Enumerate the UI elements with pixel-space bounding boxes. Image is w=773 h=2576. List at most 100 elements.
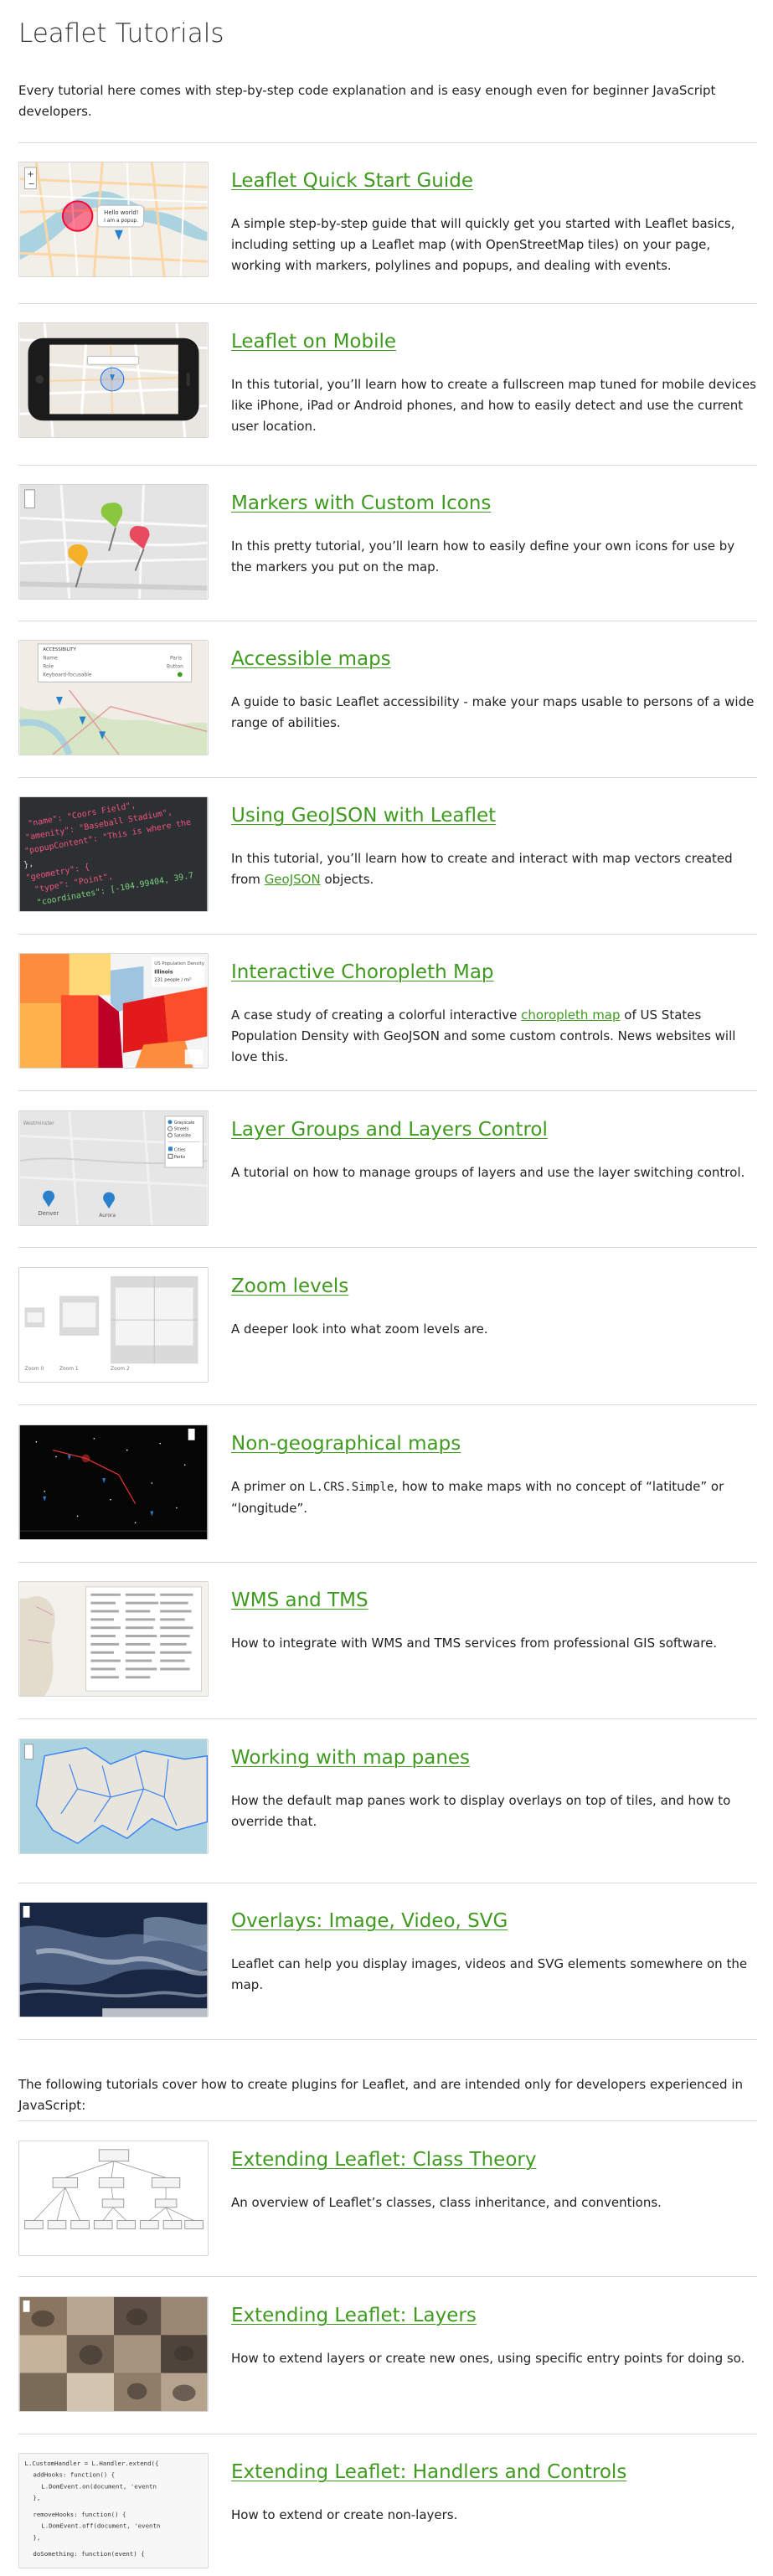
tutorial-link[interactable]: Markers with Custom Icons (231, 492, 491, 514)
tutorial-handlers-controls: L.CustomHandler = L.Handler.extend({ add… (18, 2453, 757, 2570)
crs-simple-code: L.CRS.Simple (309, 1481, 394, 1494)
code-line: removeHooks: function() { (33, 2511, 126, 2518)
wms-tms-thumbnail (19, 1582, 208, 1696)
tutorial-link[interactable]: Interactive Choropleth Map (231, 961, 494, 983)
quick-start-map-thumbnail: Hello world! I am a popup. + − (19, 162, 208, 276)
tutorial-description: In this tutorial, you’ll learn how to cr… (231, 377, 756, 434)
tutorial-thumbnail[interactable] (18, 1581, 209, 1697)
tutorial-accessible: ACCESSIBILITY Name Role Keyboard-focusab… (18, 640, 757, 757)
separator (18, 934, 757, 935)
map-panes-thumbnail (19, 1739, 208, 1853)
tutorial-description: How the default map panes work to displa… (231, 1793, 731, 1829)
tutorial-choropleth: US Population Density Illinois 231 peopl… (18, 953, 757, 1070)
thumb-label: 231 people / mi² (154, 977, 192, 983)
tutorial-layer-groups: Westminster Grayscale Streets Satellite … (18, 1110, 757, 1228)
tutorial-description: In this tutorial, you’ll learn how to cr… (231, 848, 757, 890)
separator (18, 1247, 757, 1248)
tutorial-class-theory: Extending Leaflet: Class Theory An overv… (18, 2141, 757, 2258)
thumb-label: Zoom 2 (111, 1367, 130, 1372)
tutorial-description: A deeper look into what zoom levels are. (231, 1321, 488, 1337)
tutorial-link[interactable]: Layer Groups and Layers Control (231, 1119, 548, 1141)
tutorial-link[interactable]: Leaflet Quick Start Guide (231, 170, 473, 192)
page-title: Leaflet Tutorials (18, 18, 224, 49)
geojson-link[interactable]: GeoJSON (265, 872, 321, 887)
tutorial-thumbnail[interactable] (18, 322, 209, 438)
thumb-label: Satellite (174, 1134, 191, 1139)
tutorial-link[interactable]: Zoom levels (231, 1275, 348, 1297)
separator (18, 2276, 757, 2277)
code-line: L.DomEvent.on(document, 'eventn (41, 2482, 157, 2490)
tutorial-thumbnail[interactable] (18, 2141, 209, 2256)
tutorial-thumbnail[interactable] (18, 2296, 209, 2412)
tutorial-thumbnail[interactable] (18, 484, 209, 600)
separator (18, 777, 757, 778)
tutorial-link[interactable]: Non-geographical maps (231, 1433, 461, 1455)
tutorial-thumbnail[interactable] (18, 1425, 209, 1540)
mobile-phone-thumbnail (19, 323, 208, 437)
tutorial-link[interactable]: Overlays: Image, Video, SVG (231, 1910, 508, 1932)
plugins-intro: The following tutorials cover how to cre… (18, 2077, 743, 2113)
separator (18, 1090, 757, 1091)
tutorial-description: A simple step-by-step guide that will qu… (231, 216, 735, 273)
tutorial-thumbnail[interactable]: ACCESSIBILITY Name Role Keyboard-focusab… (18, 640, 209, 755)
tutorial-mobile: Leaflet on Mobile In this tutorial, you’… (18, 322, 757, 440)
separator (18, 303, 757, 304)
geojson-code-thumbnail: "name": "Coors Field", "amenity": "Baseb… (19, 797, 208, 911)
thumb-label: Button (167, 665, 183, 670)
thumb-label: Parks (174, 1155, 186, 1160)
thumb-label: Aurora (99, 1213, 116, 1218)
svg-text:−: − (28, 180, 35, 189)
thumb-label: ACCESSIBILITY (43, 647, 76, 652)
thumb-label: Keyboard-focusable (43, 672, 92, 677)
non-geographical-thumbnail (19, 1425, 208, 1539)
tutorial-link[interactable]: Extending Leaflet: Layers (231, 2305, 477, 2326)
popup-line-1: Hello world! (104, 209, 138, 216)
thumb-label: Role (43, 665, 54, 670)
code-line: }, (33, 2533, 40, 2541)
tutorial-link[interactable]: Extending Leaflet: Class Theory (231, 2149, 536, 2171)
tutorial-link[interactable]: Working with map panes (231, 1747, 470, 1769)
thumb-label: Grayscale (174, 1121, 194, 1126)
separator (18, 2120, 757, 2121)
tutorial-quick-start: Hello world! I am a popup. + − Leaflet Q… (18, 162, 757, 279)
tutorial-thumbnail[interactable]: Zoom 0 Zoom 1 Zoom 2 (18, 1267, 209, 1383)
layer-groups-thumbnail: Westminster Grayscale Streets Satellite … (19, 1111, 208, 1225)
tutorial-link[interactable]: Using GeoJSON with Leaflet (231, 805, 496, 827)
tutorial-thumbnail[interactable]: Westminster Grayscale Streets Satellite … (18, 1110, 209, 1226)
separator (18, 1404, 757, 1405)
tutorial-link[interactable]: Leaflet on Mobile (231, 331, 396, 353)
tutorial-thumbnail[interactable]: "name": "Coors Field", "amenity": "Baseb… (18, 796, 209, 912)
thumb-label: Zoom 0 (25, 1367, 44, 1372)
tutorial-thumbnail[interactable]: Hello world! I am a popup. + − (18, 162, 209, 277)
tutorial-link[interactable]: Accessible maps (231, 648, 391, 670)
thumb-label: Streets (174, 1127, 189, 1132)
tutorial-thumbnail[interactable] (18, 1902, 209, 2017)
tutorial-thumbnail[interactable]: L.CustomHandler = L.Handler.extend({ add… (18, 2453, 209, 2568)
class-theory-thumbnail (19, 2141, 208, 2255)
accessible-maps-thumbnail: ACCESSIBILITY Name Role Keyboard-focusab… (19, 641, 208, 755)
thumb-label: Denver (38, 1210, 59, 1217)
separator (18, 465, 757, 466)
tutorial-geojson: "name": "Coors Field", "amenity": "Baseb… (18, 796, 757, 914)
tutorial-description: An overview of Leaflet’s classes, class … (231, 2195, 662, 2210)
tutorial-description: How to extend layers or create new ones,… (231, 2351, 745, 2366)
tutorial-description: A tutorial on how to manage groups of la… (231, 1165, 745, 1180)
separator (18, 1562, 757, 1563)
tutorial-extending-layers: Extending Leaflet: Layers How to extend … (18, 2296, 757, 2414)
tutorial-thumbnail[interactable]: US Population Density Illinois 231 peopl… (18, 953, 209, 1069)
code-line: }, (23, 859, 34, 870)
tutorial-link[interactable]: WMS and TMS (231, 1589, 368, 1611)
tutorial-description: A case study of creating a colorful inte… (231, 1005, 757, 1068)
code-line: }, (33, 2494, 40, 2501)
tutorial-non-geographical: Non-geographical maps A primer on L.CRS.… (18, 1425, 757, 1542)
code-line: doSomething: function(event) { (33, 2550, 144, 2558)
tutorial-thumbnail[interactable] (18, 1739, 209, 1854)
desc-text: objects. (320, 872, 374, 887)
choropleth-map-link[interactable]: choropleth map (521, 1007, 620, 1023)
code-line: L.DomEvent.off(document, 'eventn (41, 2522, 160, 2530)
tutorial-link[interactable]: Extending Leaflet: Handlers and Controls (231, 2461, 626, 2483)
tutorial-zoom-levels: Zoom 0 Zoom 1 Zoom 2 Zoom levels A deepe… (18, 1267, 757, 1384)
tutorial-custom-icons: Markers with Custom Icons In this pretty… (18, 484, 757, 601)
tutorial-overlays: Overlays: Image, Video, SVG Leaflet can … (18, 1902, 757, 2019)
overlays-thumbnail (19, 1903, 208, 2017)
